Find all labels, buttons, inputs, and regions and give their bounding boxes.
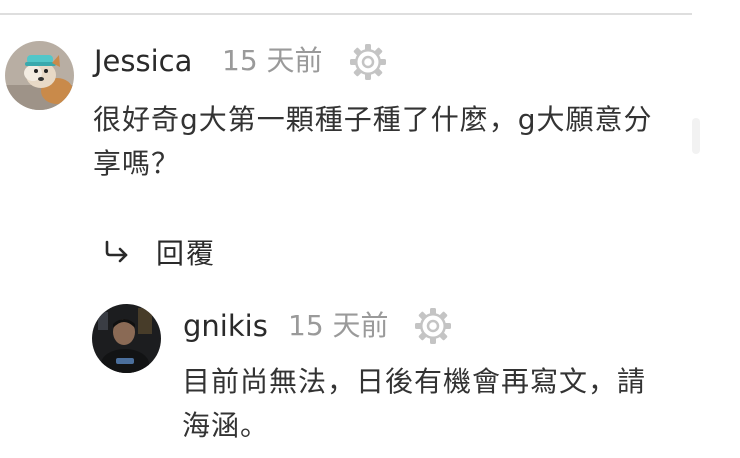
comment-author[interactable]: Jessica [94,47,192,76]
comment-text-line-1: 很好奇g大第一顆種子種了什麼，g大願意分 [93,103,653,136]
scrollbar-thumb[interactable] [692,118,700,154]
reply-author[interactable]: gnikis [183,312,268,341]
reply-time: 15 天前 [288,309,389,342]
comment-text-line-2: 享嗎？ [93,147,181,180]
comment-time: 15 天前 [222,44,323,77]
reply-text-line-2: 海涵。 [182,409,270,442]
person-avatar[interactable] [92,304,161,373]
gear-icon[interactable] [413,306,453,346]
reply-label: 回覆 [156,237,217,270]
gear-icon[interactable] [348,42,388,82]
top-divider [0,13,692,15]
reply-arrow-icon [105,240,128,263]
comment-thread: Jessica 15 天前 很好奇g大第一顆種子種了什麼，g大願意分 享嗎？ 回… [0,0,740,458]
dog-avatar[interactable] [5,41,74,110]
reply-text-line-1: 目前尚無法，日後有機會再寫文，請 [182,365,647,398]
reply-button[interactable]: 回覆 [104,232,216,272]
